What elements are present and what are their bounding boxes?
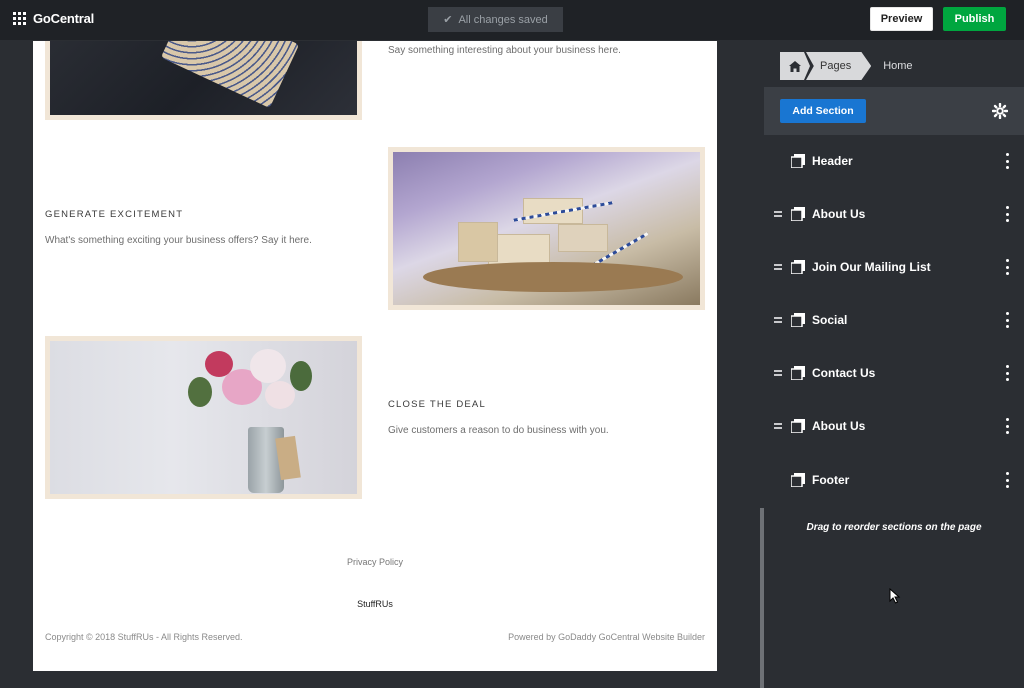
drag-handle-icon[interactable] [774, 423, 782, 429]
row2-heading[interactable]: GENERATE EXCITEMENT [45, 209, 183, 220]
breadcrumb: Pages Home [780, 52, 913, 80]
copyright-text[interactable]: Copyright © 2018 StuffRUs - All Rights R… [45, 632, 243, 642]
breadcrumb-current: Home [883, 60, 913, 72]
page-copy-icon [791, 207, 805, 221]
drag-handle-icon[interactable] [774, 317, 782, 323]
row3-text[interactable]: Give customers a reason to do business w… [388, 425, 609, 436]
section-label: Join Our Mailing List [812, 260, 931, 274]
section-label: Contact Us [812, 366, 876, 380]
page-copy-icon [791, 419, 805, 433]
section-item-header[interactable]: Header [764, 146, 1024, 176]
save-status-label: All changes saved [458, 13, 548, 26]
page-copy-icon [791, 313, 805, 327]
section-label: About Us [812, 419, 866, 433]
gear-icon[interactable] [992, 103, 1008, 119]
scarf-shape [160, 41, 300, 109]
blossom [265, 381, 295, 409]
more-options-icon[interactable] [1004, 472, 1010, 488]
check-icon: ✔ [443, 14, 453, 26]
page-copy-icon [791, 260, 805, 274]
soap-tray [423, 262, 683, 292]
blossom [205, 351, 233, 377]
section-item-about-us-2[interactable]: About Us [764, 411, 1024, 441]
more-options-icon[interactable] [1004, 259, 1010, 275]
row1-text[interactable]: Say something interesting about your bus… [388, 45, 621, 56]
row2-text[interactable]: What's something exciting your business … [45, 235, 312, 246]
section-label: Social [812, 313, 848, 327]
site-name[interactable]: StuffRUs [33, 599, 717, 609]
scarf-photo [50, 41, 357, 115]
row3-heading[interactable]: CLOSE THE DEAL [388, 399, 486, 410]
top-bar: GoCentral ✔ All changes saved Preview Pu… [0, 0, 1024, 40]
more-options-icon[interactable] [1004, 418, 1010, 434]
drag-handle-icon[interactable] [774, 211, 782, 217]
section-item-mailing-list[interactable]: Join Our Mailing List [764, 252, 1024, 282]
more-options-icon[interactable] [1004, 153, 1010, 169]
blossom [250, 349, 286, 383]
soap-bar [558, 224, 608, 252]
leaves [188, 377, 212, 407]
drag-handle-icon[interactable] [774, 264, 782, 270]
section-label: Header [812, 154, 853, 168]
section-item-footer[interactable]: Footer [764, 465, 1024, 495]
more-options-icon[interactable] [1004, 206, 1010, 222]
mouse-cursor-icon [889, 588, 901, 604]
page-copy-icon [791, 473, 805, 487]
more-options-icon[interactable] [1004, 312, 1010, 328]
soap-bar [458, 222, 498, 262]
section-item-about-us[interactable]: About Us [764, 199, 1024, 229]
home-icon [789, 60, 801, 72]
drag-handle-icon[interactable] [774, 370, 782, 376]
soap-photo [393, 152, 700, 305]
powered-by-text[interactable]: Powered by GoDaddy GoCentral Website Bui… [508, 632, 705, 642]
image-soap[interactable] [388, 147, 705, 310]
section-item-social[interactable]: Social [764, 305, 1024, 335]
publish-button[interactable]: Publish [943, 7, 1006, 31]
home-breadcrumb[interactable] [780, 52, 810, 80]
leaves [290, 361, 312, 391]
canvas-scrollbar[interactable] [760, 508, 764, 688]
section-item-contact-us[interactable]: Contact Us [764, 358, 1024, 388]
brand[interactable]: GoCentral [13, 11, 94, 26]
app-name: GoCentral [33, 11, 95, 26]
flowers-photo [50, 341, 357, 494]
breadcrumb-pages[interactable]: Pages [806, 52, 872, 80]
privacy-policy-link[interactable]: Privacy Policy [33, 557, 717, 567]
preview-button[interactable]: Preview [870, 7, 933, 31]
page-copy-icon [791, 154, 805, 168]
section-label: Footer [812, 473, 850, 487]
reorder-hint: Drag to reorder sections on the page [806, 522, 982, 533]
section-toolbar: Add Section [764, 87, 1024, 135]
section-label: About Us [812, 207, 866, 221]
apps-grid-icon[interactable] [13, 12, 26, 25]
page-copy-icon [791, 366, 805, 380]
add-section-button[interactable]: Add Section [780, 99, 866, 123]
image-flowers[interactable] [45, 336, 362, 499]
image-scarf[interactable] [45, 41, 362, 120]
save-status: ✔ All changes saved [428, 7, 563, 32]
site-canvas[interactable]: Say something interesting about your bus… [33, 41, 717, 671]
more-options-icon[interactable] [1004, 365, 1010, 381]
